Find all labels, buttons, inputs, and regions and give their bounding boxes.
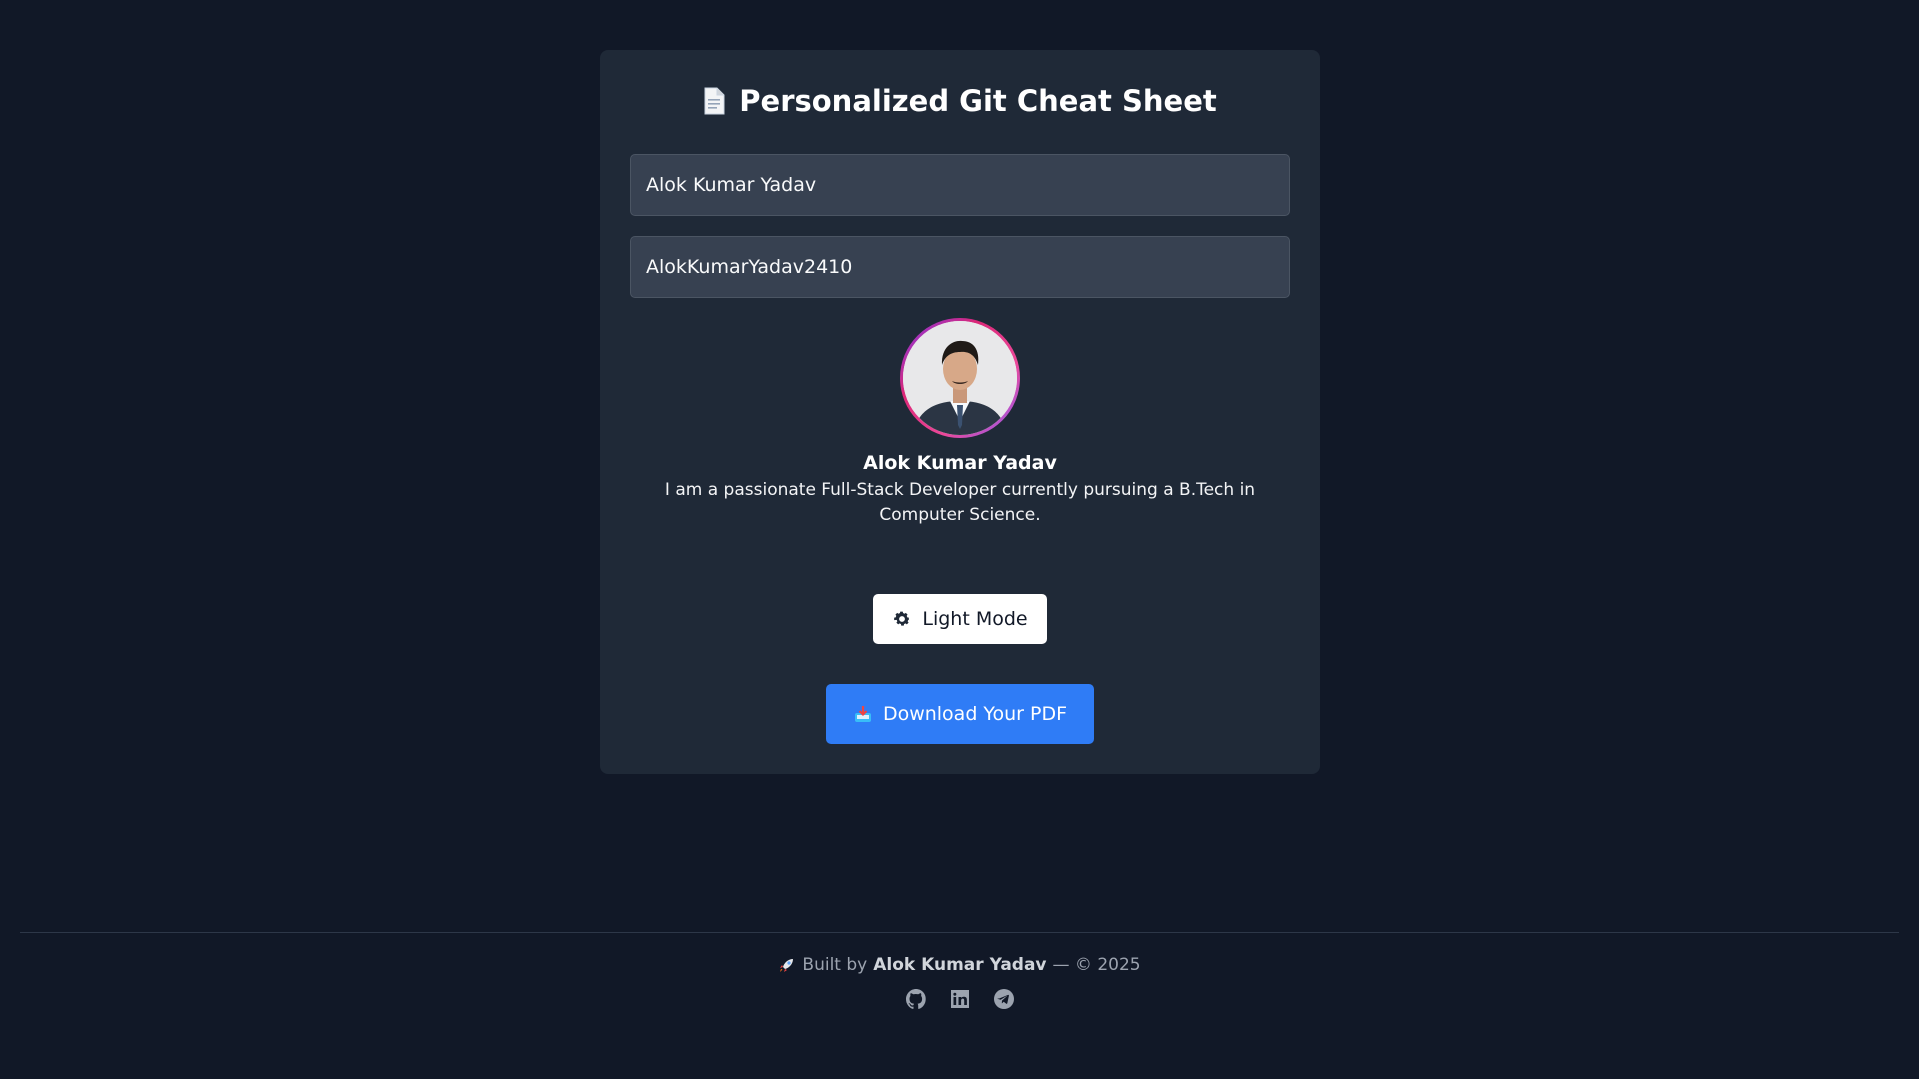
page-title: Personalized Git Cheat Sheet — [630, 80, 1290, 122]
gear-icon — [894, 611, 911, 626]
download-pdf-button[interactable]: Download Your PDF — [826, 684, 1094, 744]
footer-divider — [20, 932, 1899, 933]
github-icon[interactable] — [904, 987, 928, 1011]
profile-bio: I am a passionate Full-Stack Developer c… — [664, 480, 1256, 525]
download-pdf-label: Download Your PDF — [882, 703, 1068, 725]
inbox-tray-icon — [854, 706, 871, 722]
telegram-icon[interactable] — [992, 987, 1016, 1011]
footer-suffix: — © 2025 — [1052, 955, 1141, 975]
avatar — [903, 321, 1017, 435]
social-links — [0, 987, 1919, 1011]
linkedin-icon[interactable] — [948, 987, 972, 1011]
document-icon — [704, 87, 725, 115]
avatar-portrait — [903, 321, 1017, 435]
rocket-icon — [780, 959, 794, 972]
footer-author: Alok Kumar Yadav — [873, 955, 1047, 975]
light-mode-button[interactable]: Light Mode — [873, 594, 1047, 644]
page: Personalized Git Cheat Sheet Alok Kumar … — [0, 0, 1919, 1079]
footer-prefix: Built by — [802, 955, 868, 975]
name-input[interactable] — [630, 154, 1290, 216]
github-username-input[interactable] — [630, 236, 1290, 298]
light-mode-label: Light Mode — [922, 608, 1028, 630]
footer-credit: Built by Alok Kumar Yadav — © 2025 — [0, 955, 1919, 975]
cheat-sheet-card: Personalized Git Cheat Sheet Alok Kumar … — [600, 50, 1320, 774]
profile-name: Alok Kumar Yadav — [863, 452, 1057, 474]
avatar-ring — [900, 318, 1020, 438]
page-title-text: Personalized Git Cheat Sheet — [739, 84, 1217, 118]
